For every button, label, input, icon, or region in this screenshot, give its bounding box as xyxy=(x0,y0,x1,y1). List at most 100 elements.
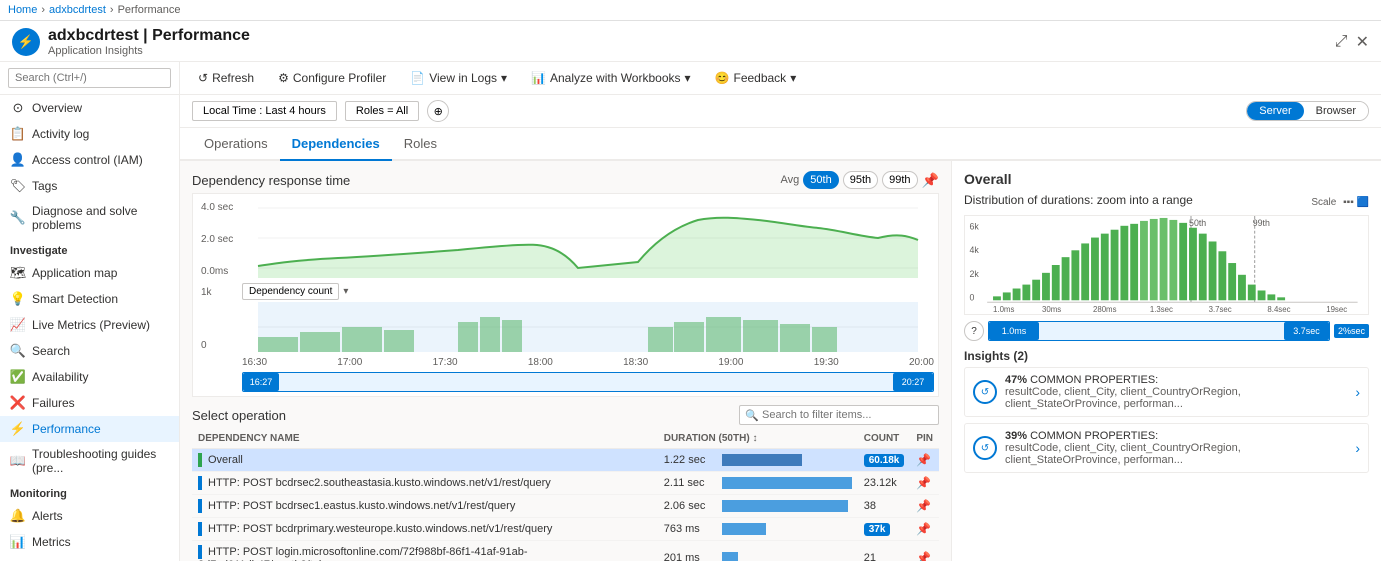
table-row[interactable]: HTTP: POST login.microsoftonline.com/72f… xyxy=(192,541,939,561)
percentile-buttons: Avg 50th 95th 99th 📌 xyxy=(781,171,939,189)
dep-duration-cell: 201 ms xyxy=(658,541,858,561)
svg-text:19sec: 19sec xyxy=(1326,305,1347,314)
dep-pin-cell[interactable]: 📌 xyxy=(910,495,939,518)
close-button[interactable]: ✕ xyxy=(1356,32,1369,52)
activity-log-icon: 📋 xyxy=(10,126,26,142)
browser-button[interactable]: Browser xyxy=(1304,102,1368,120)
feedback-label: Feedback xyxy=(733,71,786,85)
sidebar-item-availability[interactable]: ✅ Availability xyxy=(0,364,179,390)
server-button[interactable]: Server xyxy=(1247,102,1303,120)
line-chart-svg xyxy=(242,198,934,278)
pin-row-button[interactable]: 📌 xyxy=(916,476,931,490)
sidebar-item-live-metrics[interactable]: 📈 Live Metrics (Preview) xyxy=(0,312,179,338)
feedback-button[interactable]: 😊 Feedback ▾ xyxy=(709,68,803,88)
pin-row-button[interactable]: 📌 xyxy=(916,551,931,561)
monitoring-section-header: Monitoring xyxy=(0,480,179,503)
dep-name-cell: HTTP: POST login.microsoftonline.com/72f… xyxy=(192,541,658,561)
table-row[interactable]: HTTP: POST bcdrsec1.eastus.kusto.windows… xyxy=(192,495,939,518)
insight-item-1[interactable]: ↺ 47% COMMON PROPERTIES: resultCode, cli… xyxy=(964,367,1369,417)
failures-icon: ❌ xyxy=(10,395,26,411)
p99-button[interactable]: 99th xyxy=(882,171,917,189)
tab-dependencies[interactable]: Dependencies xyxy=(280,128,392,161)
selection-end-handle[interactable]: 20:27 xyxy=(893,373,933,391)
insight-refresh-icon-1: ↺ xyxy=(973,380,997,404)
sidebar-item-performance[interactable]: ⚡ Performance xyxy=(0,416,179,442)
distribution-title: Distribution of durations: zoom into a r… xyxy=(964,193,1193,207)
analyze-workbooks-button[interactable]: 📊 Analyze with Workbooks ▾ xyxy=(525,68,696,88)
sidebar-item-overview[interactable]: ⊙ Overview xyxy=(0,95,179,121)
pin-button[interactable]: 📌 xyxy=(922,172,939,189)
sidebar-item-diagnose[interactable]: 🔧 Diagnose and solve problems xyxy=(0,199,179,237)
sidebar-item-alerts[interactable]: 🔔 Alerts xyxy=(0,503,179,529)
search-input[interactable] xyxy=(8,68,171,88)
sidebar-item-app-map[interactable]: 🗺 Application map xyxy=(0,260,179,286)
title-bar: ⚡ adxbcdrtest | Performance Application … xyxy=(0,21,1381,62)
pin-row-button[interactable]: 📌 xyxy=(916,499,931,513)
zoom-controls: ? 1.0ms 3.7sec 2%sec xyxy=(964,321,1369,341)
roles-filter[interactable]: Roles = All xyxy=(345,101,419,121)
pin-row-button[interactable]: 📌 xyxy=(916,522,931,536)
refresh-label: Refresh xyxy=(212,71,254,85)
response-time-chart[interactable]: 4.0 sec 2.0 sec 0.0ms xyxy=(192,193,939,397)
sidebar-item-label: Smart Detection xyxy=(32,292,118,306)
table-row[interactable]: HTTP: POST bcdrsec2.southeastasia.kusto.… xyxy=(192,472,939,495)
investigate-section-header: Investigate xyxy=(0,237,179,260)
selection-start-handle[interactable]: 16:27 xyxy=(243,373,279,391)
sidebar-item-label: Troubleshooting guides (pre... xyxy=(32,447,169,475)
p50-button[interactable]: 50th xyxy=(803,171,838,189)
pin-row-button[interactable]: 📌 xyxy=(916,453,931,467)
dep-pin-cell[interactable]: 📌 xyxy=(910,449,939,472)
sidebar-item-search[interactable]: 🔍 Search xyxy=(0,338,179,364)
dep-duration-cell: 2.11 sec xyxy=(658,472,858,495)
table-row[interactable]: HTTP: POST bcdrprimary.westeurope.kusto.… xyxy=(192,518,939,541)
tab-operations[interactable]: Operations xyxy=(192,128,280,161)
feedback-icon: 😊 xyxy=(715,71,730,85)
dep-name-cell: HTTP: POST bcdrsec1.eastus.kusto.windows… xyxy=(192,495,658,518)
histogram-zoom-bar[interactable]: 1.0ms 3.7sec xyxy=(988,321,1330,341)
zoom-start-handle[interactable]: 1.0ms xyxy=(989,322,1039,340)
view-in-logs-button[interactable]: 📄 View in Logs ▾ xyxy=(404,68,513,88)
tab-roles[interactable]: Roles xyxy=(392,128,449,161)
left-panel: Dependency response time Avg 50th 95th 9… xyxy=(180,161,951,561)
sidebar-item-metrics[interactable]: 📊 Metrics xyxy=(0,529,179,555)
sidebar-item-label: Failures xyxy=(32,396,75,410)
server-browser-toggle: Server Browser xyxy=(1246,101,1369,121)
resize-button[interactable]: ⤢ xyxy=(1335,32,1348,52)
sidebar-item-access-control[interactable]: 👤 Access control (IAM) xyxy=(0,147,179,173)
sidebar-item-troubleshooting[interactable]: 📖 Troubleshooting guides (pre... xyxy=(0,442,179,480)
scale-toggle[interactable]: ▪▪▪ 🟦 xyxy=(1343,197,1369,208)
dependency-count-dropdown[interactable]: Dependency count xyxy=(242,283,339,300)
p95-button[interactable]: 95th xyxy=(843,171,878,189)
zoom-end-handle[interactable]: 3.7sec xyxy=(1284,322,1329,340)
histogram[interactable]: 6k 4k 2k 0 1.0ms 30ms 280ms 1.3sec 3.7se… xyxy=(964,215,1369,315)
sidebar-item-label: Tags xyxy=(32,179,57,193)
time-labels: 16:30 17:00 17:30 18:00 18:30 19:00 19:3… xyxy=(242,355,934,370)
time-range-filter[interactable]: Local Time : Last 4 hours xyxy=(192,101,337,121)
zoom-help[interactable]: ? xyxy=(964,321,984,341)
dep-pin-cell[interactable]: 📌 xyxy=(910,518,939,541)
insight-refresh-icon-2: ↺ xyxy=(973,436,997,460)
dep-pin-cell[interactable]: 📌 xyxy=(910,541,939,561)
insight-item-2[interactable]: ↺ 39% COMMON PROPERTIES: resultCode, cli… xyxy=(964,423,1369,473)
table-row[interactable]: Overall 1.22 sec 60.18k📌 xyxy=(192,449,939,472)
breadcrumb-home[interactable]: Home xyxy=(8,4,37,16)
refresh-button[interactable]: ↺ Refresh xyxy=(192,68,260,88)
app-map-icon: 🗺 xyxy=(10,265,26,281)
insights-title: Insights (2) xyxy=(964,349,1369,363)
insight-text-2: 39% COMMON PROPERTIES: resultCode, clien… xyxy=(1005,430,1347,466)
sidebar-item-tags[interactable]: 🏷 Tags xyxy=(0,173,179,199)
dep-duration-cell: 763 ms xyxy=(658,518,858,541)
time-selection-bar[interactable]: 16:27 20:27 xyxy=(242,372,934,392)
configure-profiler-button[interactable]: ⚙ Configure Profiler xyxy=(272,68,392,88)
breadcrumb-resource[interactable]: adxbcdrtest xyxy=(49,4,106,16)
live-metrics-icon: 📈 xyxy=(10,317,26,333)
operation-search-input[interactable] xyxy=(739,405,939,425)
dep-count-cell: 37k xyxy=(858,518,911,541)
sidebar-item-diagnostic-settings[interactable]: ⚙ Diagnostic settings xyxy=(0,555,179,561)
sidebar-item-smart-detection[interactable]: 💡 Smart Detection xyxy=(0,286,179,312)
dep-pin-cell[interactable]: 📌 xyxy=(910,472,939,495)
search-filter-icon: 🔍 xyxy=(745,409,759,422)
sidebar-item-activity-log[interactable]: 📋 Activity log xyxy=(0,121,179,147)
sidebar-item-failures[interactable]: ❌ Failures xyxy=(0,390,179,416)
add-filter-button[interactable]: ⊕ xyxy=(427,100,449,122)
